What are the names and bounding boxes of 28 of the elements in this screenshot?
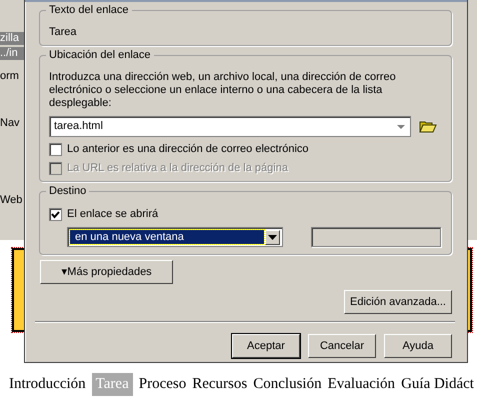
nav-link[interactable]: Introducción: [9, 373, 86, 396]
target-select[interactable]: en una nueva ventana: [67, 227, 283, 247]
dialog-button[interactable]: Cancelar: [308, 334, 376, 358]
checkbox[interactable]: [49, 208, 62, 221]
dialog-button[interactable]: Aceptar: [232, 334, 300, 358]
background-text: Nav: [0, 117, 21, 130]
background-text: ../in: [0, 47, 26, 60]
advanced-edit-button[interactable]: Edición avanzada...: [344, 290, 452, 314]
more-properties-button[interactable]: ▾Más propiedades: [40, 260, 173, 284]
dialog-button[interactable]: Ayuda: [384, 334, 452, 358]
background-text: Web: [0, 194, 24, 207]
checkbox-label: El enlace se abrirá: [67, 208, 158, 221]
dropdown-arrow-icon: [397, 124, 405, 128]
background-text: zilla: [0, 32, 26, 45]
instruction-text: Introduzca una dirección web, un archivo local, una dirección de correo electrónico o seleccione un enlace interno o una cabecera de la lista desplegable:: [49, 71, 397, 110]
checkbox[interactable]: [49, 143, 62, 156]
dropdown-arrow-icon: [268, 234, 277, 240]
checkbox-label: Lo anterior es una dirección de correo electrónico: [67, 143, 309, 156]
link-text-value: Tarea: [49, 26, 78, 39]
checkbox-label: La URL es relativa a la dirección de la página: [67, 162, 288, 175]
nav-link[interactable]: Proceso: [138, 373, 186, 396]
url-combo-field[interactable]: tarea.html: [49, 116, 411, 137]
nav-link[interactable]: Guía Didáct: [401, 373, 474, 396]
nav-link[interactable]: Evaluación: [328, 373, 396, 396]
background-text: orm: [0, 70, 20, 83]
nav-link[interactable]: Recursos: [192, 373, 248, 396]
nav-link[interactable]: Conclusión: [253, 373, 322, 396]
folder-icon[interactable]: [419, 119, 437, 134]
